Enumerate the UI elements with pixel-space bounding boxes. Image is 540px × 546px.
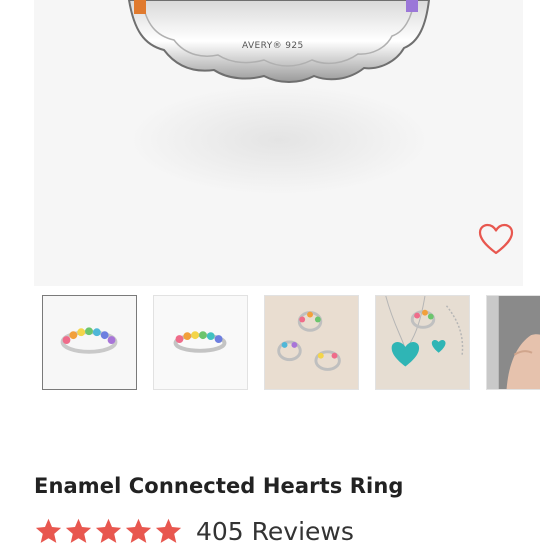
ring-engraving: AVERY® 925 (242, 41, 304, 51)
ring-photo: AVERY® 925 (127, 0, 431, 195)
heart-outline-icon (478, 223, 514, 255)
reviews-link[interactable]: 405 Reviews (196, 517, 354, 546)
product-hero-image[interactable]: AVERY® 925 (34, 0, 523, 286)
favorite-button[interactable] (477, 222, 515, 256)
star-icon (155, 518, 182, 543)
thumbnail-3[interactable] (264, 295, 359, 390)
rainbow-ring-side-image (154, 296, 247, 389)
star-icon (65, 518, 92, 543)
rings-on-table-image (265, 296, 358, 389)
thumbnail-2[interactable] (153, 295, 248, 390)
product-title: Enamel Connected Hearts Ring (34, 474, 404, 498)
thumbnail-1[interactable] (42, 295, 137, 390)
star-icon (125, 518, 152, 543)
rainbow-ring-front-image (43, 296, 136, 389)
thumbnail-5[interactable] (486, 295, 540, 390)
thumbnail-4[interactable] (375, 295, 470, 390)
star-icon (95, 518, 122, 543)
star-icon (35, 518, 62, 543)
product-rating: 405 Reviews (34, 516, 354, 546)
turquoise-heart-necklace-image (376, 296, 469, 389)
thumbnail-gallery (42, 295, 540, 390)
ring-on-hand-image (487, 296, 540, 389)
